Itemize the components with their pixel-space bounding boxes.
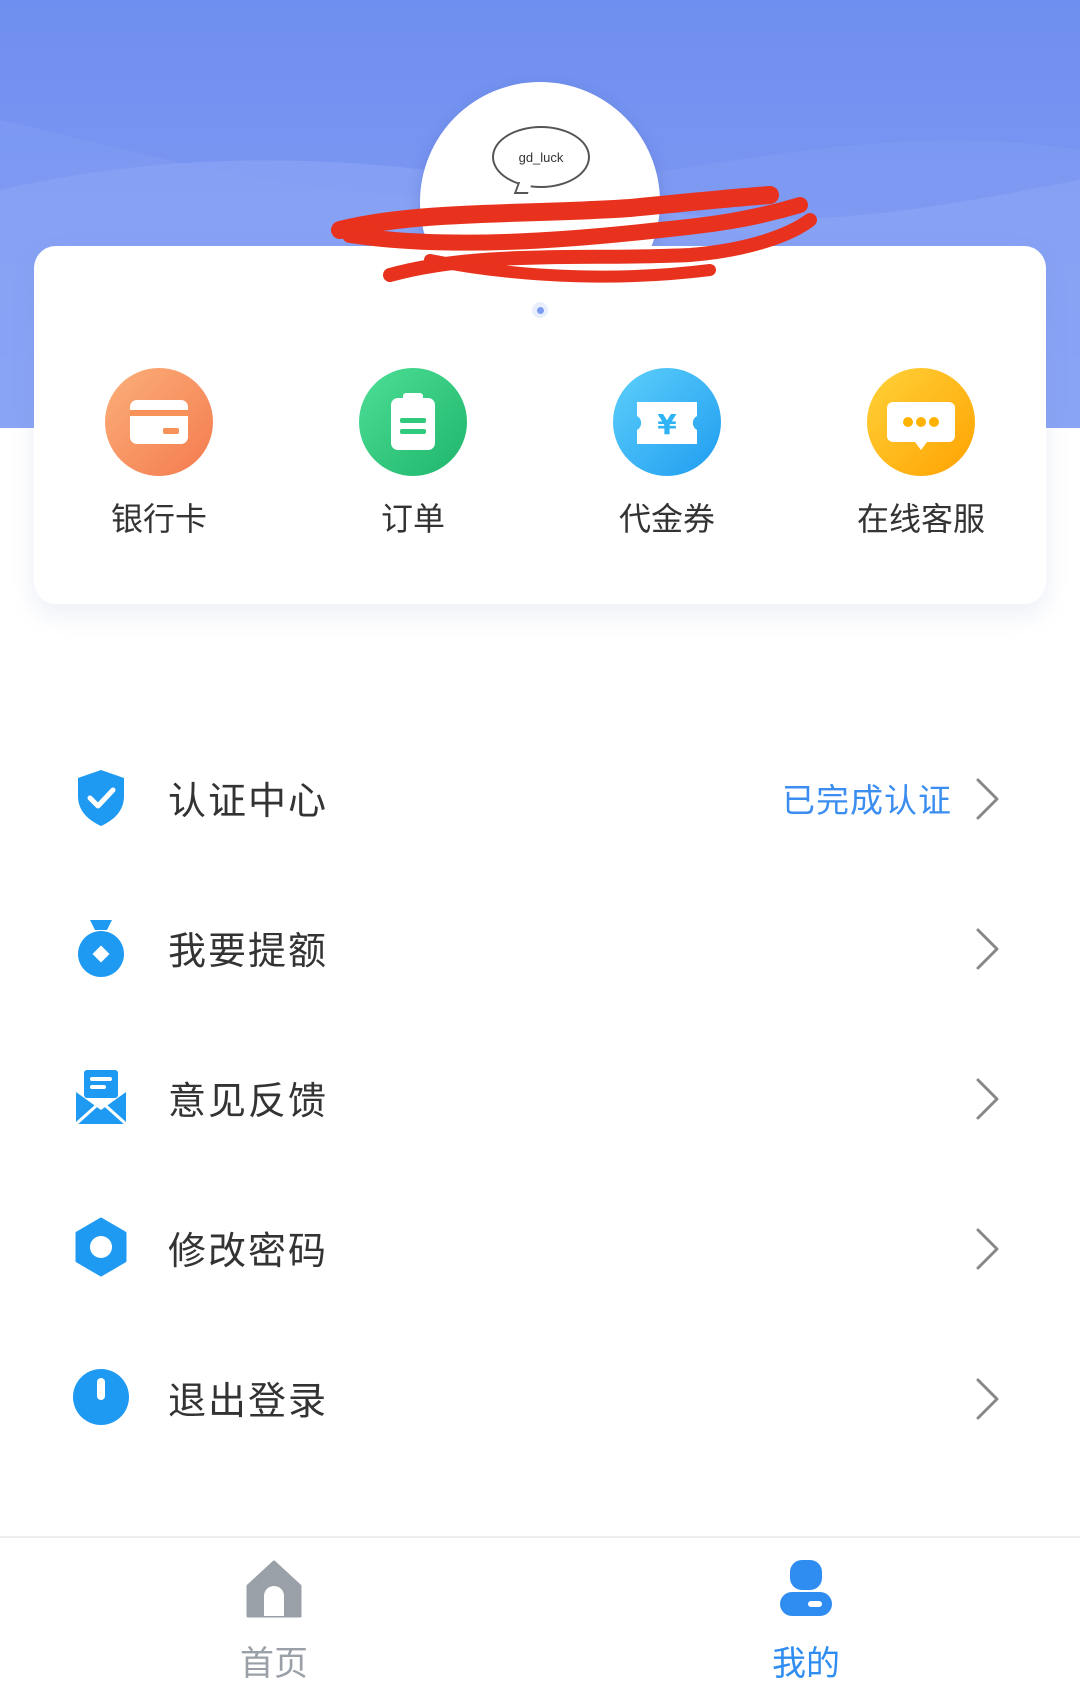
tab-home-label: 首页 bbox=[240, 1644, 308, 1684]
home-icon bbox=[246, 1560, 302, 1618]
redaction-scribble bbox=[331, 186, 817, 283]
quick-action-label: 在线客服 bbox=[856, 500, 985, 538]
certification-status: 已完成认证 bbox=[782, 781, 952, 820]
tab-mine[interactable]: 我的 bbox=[706, 1558, 906, 1687]
power-icon bbox=[73, 1369, 129, 1425]
chevron-right-icon bbox=[976, 1228, 999, 1270]
quick-action-label: 银行卡 bbox=[110, 500, 207, 538]
profile-screen: gd_luck 银行卡 订单 ¥ 代金券 在线客服 认证中心 已完成认证 我要提… bbox=[0, 0, 1080, 1687]
menu-item-feedback[interactable]: 意见反馈 bbox=[0, 1020, 1080, 1170]
voucher-ticket-icon: ¥ bbox=[613, 368, 721, 476]
menu-item-change-password[interactable]: 修改密码 bbox=[0, 1170, 1080, 1320]
menu-item-label: 修改密码 bbox=[168, 1229, 329, 1273]
hexagon-icon bbox=[75, 1217, 127, 1277]
chevron-right-icon bbox=[976, 1078, 999, 1120]
chevron-right-icon bbox=[976, 1378, 999, 1420]
money-bag-icon bbox=[78, 920, 124, 977]
menu-item-label: 认证中心 bbox=[168, 779, 329, 823]
quick-action-label: 订单 bbox=[380, 500, 445, 538]
chevron-right-icon bbox=[976, 928, 999, 970]
order-clipboard-icon bbox=[359, 368, 467, 476]
shield-check-icon bbox=[78, 770, 124, 826]
menu-item-raise-limit[interactable]: 我要提额 bbox=[0, 870, 1080, 1020]
tab-mine-label: 我的 bbox=[772, 1644, 840, 1684]
menu-item-label: 退出登录 bbox=[168, 1379, 329, 1423]
quick-action-label: 代金券 bbox=[618, 500, 715, 538]
menu-item-certification[interactable]: 认证中心 已完成认证 bbox=[0, 720, 1080, 870]
quick-action-orders[interactable]: 订单 bbox=[286, 368, 540, 548]
envelope-icon bbox=[74, 1070, 128, 1126]
svg-text:¥: ¥ bbox=[657, 408, 677, 441]
quick-action-bank-card[interactable]: 银行卡 bbox=[32, 368, 286, 548]
quick-action-customer-service[interactable]: 在线客服 bbox=[794, 368, 1048, 548]
avatar-text: gd_luck bbox=[518, 149, 564, 165]
chat-bubble-icon bbox=[867, 368, 975, 476]
menu-item-logout[interactable]: 退出登录 bbox=[0, 1320, 1080, 1470]
quick-action-voucher[interactable]: ¥ 代金券 bbox=[540, 368, 794, 548]
menu-item-label: 我要提额 bbox=[168, 929, 329, 973]
bottom-tab-bar: 首页 我的 bbox=[0, 1536, 1080, 1687]
bank-card-icon bbox=[105, 368, 213, 476]
tab-home[interactable]: 首页 bbox=[174, 1558, 374, 1687]
chevron-right-icon bbox=[976, 778, 999, 820]
avatar-speech-bubble: gd_luck bbox=[492, 126, 590, 188]
menu-item-label: 意见反馈 bbox=[168, 1079, 329, 1123]
verified-badge-dot bbox=[532, 302, 548, 318]
user-icon bbox=[780, 1560, 832, 1616]
